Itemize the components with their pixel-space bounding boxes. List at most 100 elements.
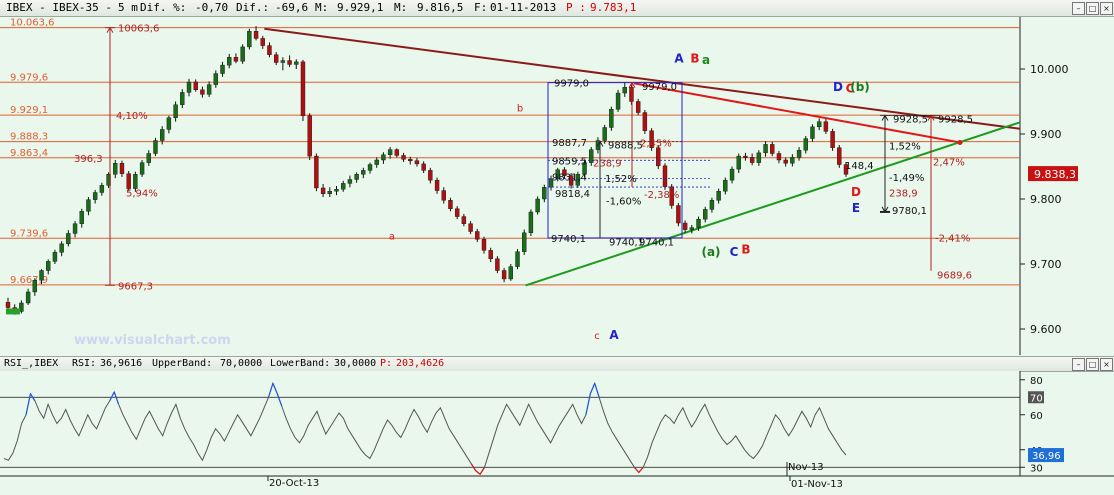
value-annotation: -2,38% (644, 190, 679, 201)
candle-body (287, 60, 292, 65)
value-annotation: 238,9 (889, 189, 918, 200)
candle-body (676, 205, 681, 224)
level-label: 9.863,4 (10, 148, 48, 159)
value-annotation: 1,52% (605, 174, 637, 185)
candle-body (837, 147, 842, 165)
candle-body (803, 138, 808, 151)
value-annotation: -1,49% (889, 173, 924, 184)
y-tick-label: 9.900 (1030, 128, 1062, 141)
candle-body (300, 61, 306, 116)
candle-body (334, 189, 339, 192)
candle-body (723, 179, 728, 192)
candle-body (770, 144, 775, 154)
candle-body (314, 155, 319, 189)
y-tick-label: 9.800 (1030, 193, 1062, 206)
candle-body (347, 179, 353, 184)
candle-body (173, 104, 178, 118)
current-rsi-label: 36,96 (1032, 451, 1061, 462)
current-price-label: 9.838,3 (1034, 168, 1076, 181)
candle-body (729, 168, 735, 181)
candle-body (602, 127, 607, 141)
candle-body (46, 261, 51, 271)
value-annotation: 9979,0 (642, 82, 677, 93)
rsi-tick-label: 60 (1030, 411, 1043, 422)
wave-label: b (517, 103, 523, 114)
candle-body (52, 252, 58, 262)
candle-body (227, 57, 232, 66)
candle-body (220, 64, 225, 74)
candle-body (273, 54, 279, 63)
candle-body (441, 190, 446, 201)
candle-body (193, 81, 198, 91)
candle-body (367, 164, 373, 171)
candle-body (542, 187, 547, 200)
value-annotation: 9740,1 (639, 237, 674, 248)
candle-body (401, 155, 406, 160)
wave-label: E (852, 201, 860, 215)
rsi-tick-label: 30 (1030, 463, 1043, 474)
value-annotation: 9928,5 (893, 114, 928, 125)
candle-body (139, 162, 145, 175)
upper-band-marker-label: 70 (1030, 393, 1043, 404)
start-marker (6, 308, 20, 315)
watermark: www.visualchart.com (74, 333, 231, 348)
candle-body (421, 163, 426, 171)
candle-body (515, 251, 520, 267)
candle-body (294, 61, 299, 65)
candle-body (240, 46, 245, 62)
candle-body (468, 223, 473, 232)
candle-body (327, 190, 332, 194)
value-annotation: 4,10% (116, 111, 148, 122)
candle-body (387, 149, 393, 156)
candle-body (66, 233, 71, 245)
candle-body (99, 185, 105, 193)
candle-body (522, 232, 527, 252)
candle-body (642, 112, 648, 131)
value-annotation: 9928,5 (938, 114, 973, 125)
value-annotation: 9979,0 (554, 79, 589, 90)
x-tick-label: Nov-13 (788, 462, 824, 473)
candle-body (662, 165, 668, 187)
candle-body (461, 216, 467, 224)
candle-body (508, 266, 513, 280)
candle-body (119, 163, 125, 174)
level-label: 9.888,3 (10, 132, 48, 143)
value-annotation: 2,47% (933, 157, 965, 168)
candle-body (682, 222, 688, 230)
candle-body (796, 150, 802, 158)
candle-body (756, 152, 762, 163)
candle-body (830, 131, 835, 148)
y-tick-label: 10.000 (1030, 63, 1069, 76)
wave-label: B (741, 243, 750, 257)
wave-label: A (674, 52, 684, 66)
candle-body (414, 160, 420, 165)
y-tick-label: 9.600 (1030, 323, 1062, 336)
candle-body (635, 101, 641, 113)
rsi-plot-area (0, 371, 1020, 476)
candle-body (153, 140, 158, 154)
candle-body (267, 45, 272, 55)
candle-body (783, 159, 788, 164)
wave-label: D (833, 80, 843, 94)
candle-body (776, 153, 782, 161)
price-chart[interactable]: 10.063,6 9.979,6 9.929,1 9.888,3 9.863,4 9.73… (0, 0, 1114, 495)
candle-body (180, 92, 185, 105)
value-annotation: 396,3 (74, 154, 103, 165)
candle-body (501, 270, 507, 280)
candle-body (528, 211, 534, 233)
wave-label: C (730, 245, 739, 259)
candle-body (709, 200, 715, 210)
candle-body (749, 157, 755, 163)
candle-body (307, 115, 312, 157)
candle-body (146, 153, 151, 163)
candle-body (810, 126, 815, 139)
candle-body (247, 31, 252, 48)
candle-body (39, 270, 44, 281)
rsi-tick-label: 80 (1030, 376, 1043, 387)
level-label: 9.929,1 (10, 105, 48, 116)
candle-body (260, 38, 265, 46)
candle-body (434, 179, 440, 191)
candle-body (280, 60, 286, 63)
candle-body (79, 211, 84, 224)
value-annotation: 5,94% (126, 189, 158, 200)
